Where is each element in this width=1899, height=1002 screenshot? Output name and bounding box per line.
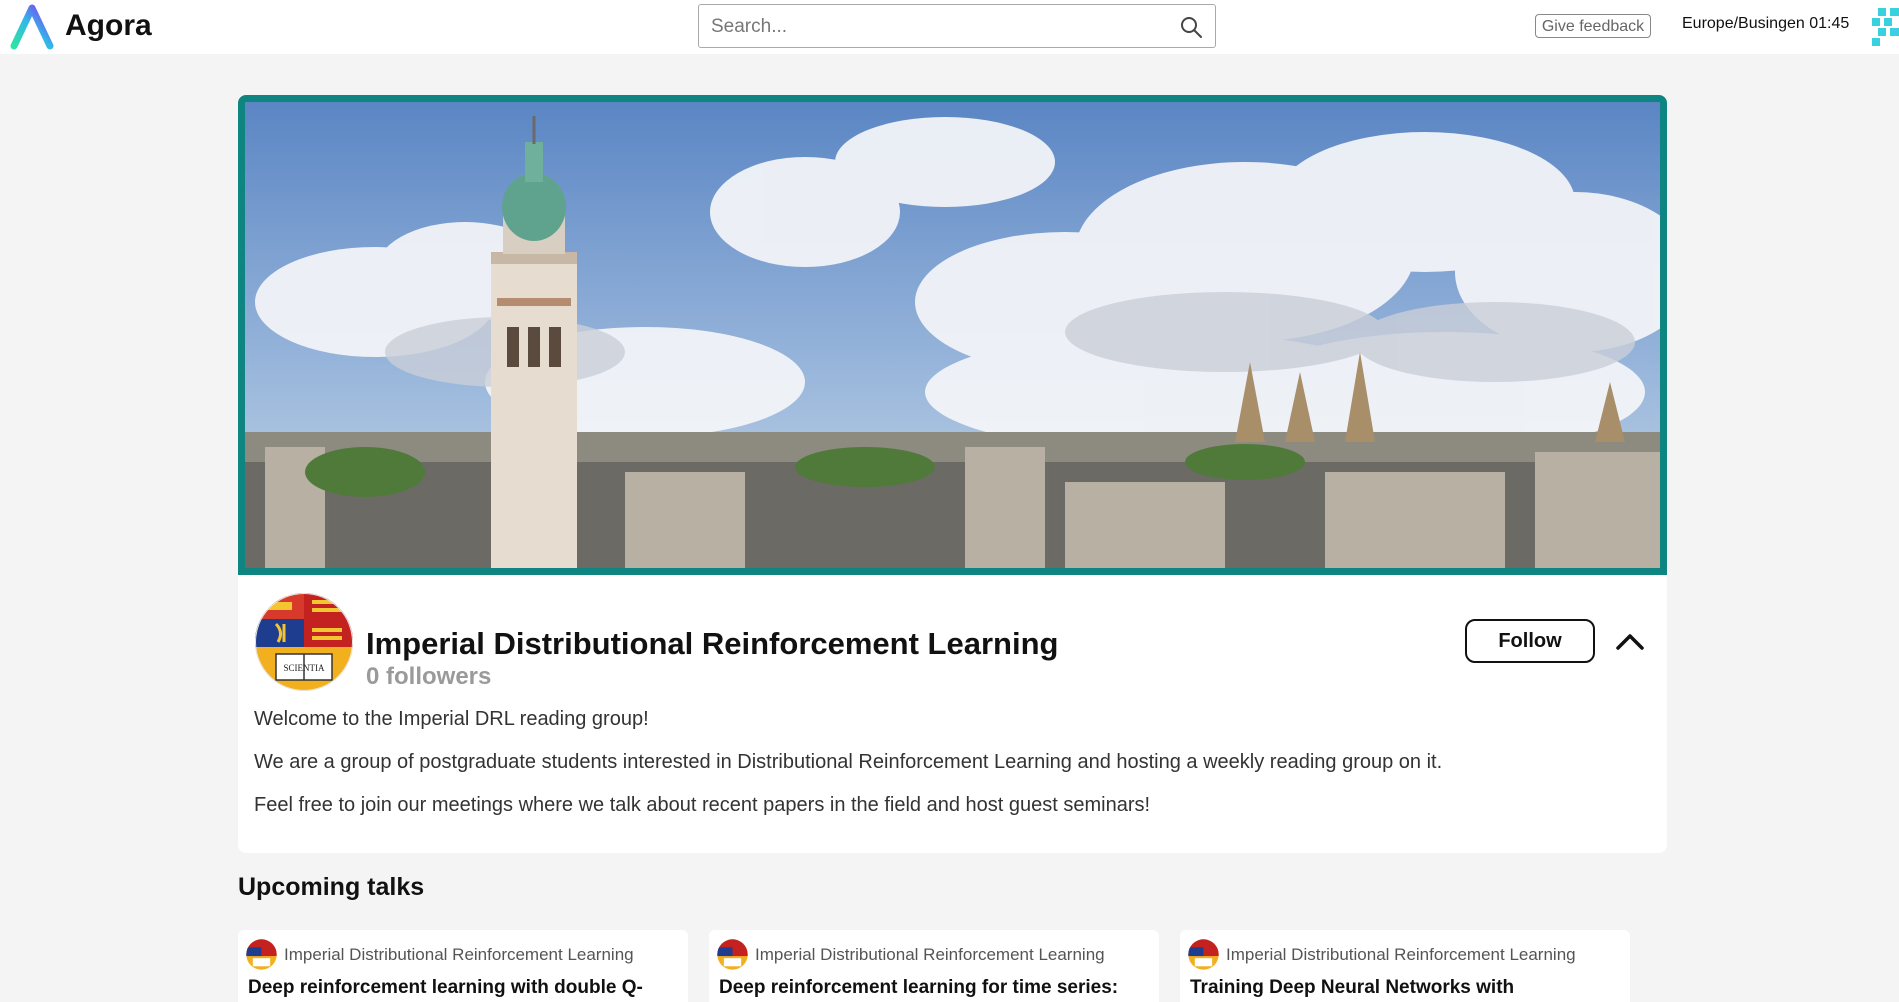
upcoming-talks-heading: Upcoming talks (238, 873, 425, 901)
search-box[interactable] (698, 4, 1216, 48)
brand-name: Agora (65, 9, 152, 42)
give-feedback-button[interactable]: Give feedback (1535, 14, 1651, 38)
talk-group-name[interactable]: Imperial Distributional Reinforcement Le… (755, 945, 1105, 965)
group-description-line: We are a group of postgraduate students … (254, 751, 1443, 773)
identicon-icon (1872, 8, 1899, 46)
followers-count: 0 followers (366, 663, 492, 690)
talk-card[interactable]: Imperial Distributional Reinforcement Le… (709, 930, 1159, 1002)
talk-card[interactable]: Imperial Distributional Reinforcement Le… (238, 930, 688, 1002)
search-icon[interactable] (1179, 15, 1203, 39)
top-bar: Agora Give feedback Europe/Busingen 01:4… (0, 0, 1899, 54)
timezone-clock[interactable]: Europe/Busingen 01:45 (1682, 15, 1849, 33)
search-input[interactable] (711, 13, 1151, 41)
talk-group-name[interactable]: Imperial Distributional Reinforcement Le… (284, 945, 634, 965)
group-banner-image (238, 95, 1667, 575)
group-description-line: Feel free to join our meetings where we … (254, 794, 1151, 816)
agora-logo-icon (10, 4, 54, 50)
group-logo-crest: SCIENTIA (255, 593, 353, 691)
group-description-line: Welcome to the Imperial DRL reading grou… (254, 708, 649, 730)
group-card: SCIENTIA Imperial Distributional Reinfor… (238, 95, 1667, 853)
user-avatar[interactable] (1870, 6, 1899, 46)
group-logo-crest-small (717, 939, 748, 970)
group-title: Imperial Distributional Reinforcement Le… (366, 626, 1059, 661)
talk-card[interactable]: Imperial Distributional Reinforcement Le… (1180, 930, 1630, 1002)
talk-group-name[interactable]: Imperial Distributional Reinforcement Le… (1226, 945, 1576, 965)
collapse-button[interactable] (1608, 621, 1652, 661)
follow-button[interactable]: Follow (1465, 619, 1595, 663)
talk-title[interactable]: Deep reinforcement learning for time ser… (719, 976, 1119, 1002)
chevron-up-icon (1616, 634, 1644, 650)
group-logo-crest-small (1188, 939, 1219, 970)
london-skyline-image (245, 102, 1660, 568)
talk-title[interactable]: Training Deep Neural Networks with Reinf… (1190, 976, 1590, 1002)
talk-title[interactable]: Deep reinforcement learning with double … (248, 976, 648, 1002)
brand[interactable]: Agora (10, 2, 152, 50)
crest-motto: SCIENTIA (284, 663, 325, 673)
group-logo-crest-small (246, 939, 277, 970)
